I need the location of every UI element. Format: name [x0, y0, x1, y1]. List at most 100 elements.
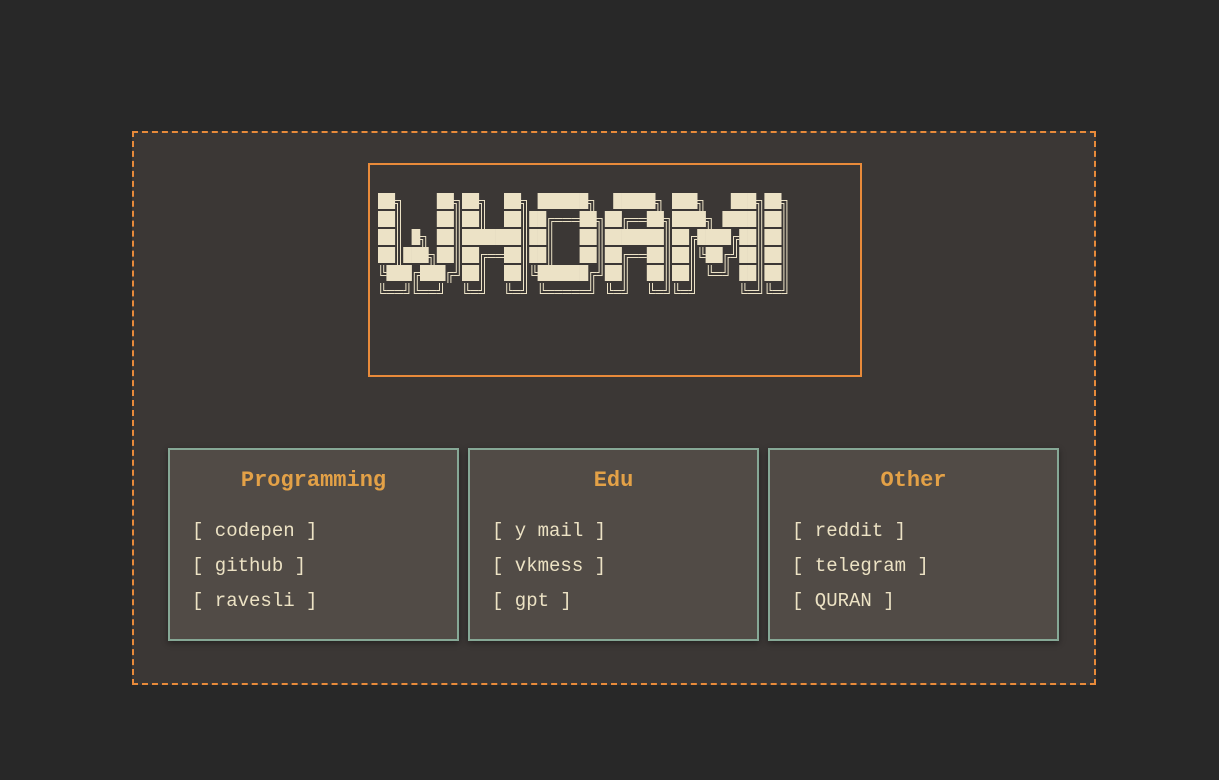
banner-block [730, 211, 740, 227]
banner-outline [380, 265, 387, 276]
banner-block [420, 265, 429, 281]
banner-outline [380, 283, 387, 294]
link-vkmess[interactable]: [ vkmess ] [492, 549, 606, 584]
banner-block [554, 193, 564, 209]
link-y-mail[interactable]: [ y mail ] [492, 514, 606, 549]
banner-outline [403, 283, 410, 294]
banner-outline [623, 218, 630, 229]
link-list: [ y mail ] [ vkmess ] [ gpt ] [492, 514, 606, 619]
banner-outline [699, 247, 706, 258]
banner-block [764, 211, 774, 227]
banner-block [445, 247, 454, 263]
banner-outline [680, 290, 689, 294]
banner-block [378, 229, 387, 245]
banner-block [386, 211, 396, 227]
banner-outline [397, 247, 401, 265]
banner-block [394, 265, 404, 281]
banner-outline [548, 218, 555, 229]
banner-block [378, 211, 387, 227]
banner-outline [730, 247, 737, 258]
banner-outline [630, 218, 639, 222]
banner-block [571, 265, 580, 281]
banner-outline [481, 265, 485, 283]
banner-block [579, 265, 589, 281]
banner-block [588, 211, 597, 227]
banner-block [495, 229, 505, 245]
banner-outline [588, 283, 595, 294]
banner-block [764, 265, 774, 281]
banner-block [646, 265, 656, 281]
banner-outline [623, 254, 630, 265]
banner-block [655, 265, 664, 281]
banner-block [537, 211, 547, 227]
banner-outline [772, 290, 782, 294]
banner-outline [758, 211, 763, 229]
section-card-programming: Programming [ codepen ] [ github ] [ rav… [168, 448, 459, 641]
banner-block [428, 265, 438, 281]
banner-outline [781, 283, 788, 294]
banner-outline [663, 283, 670, 294]
banner-block [613, 193, 622, 209]
banner-outline [783, 265, 788, 283]
banner-outline [621, 283, 628, 294]
banner-outline [607, 283, 614, 294]
banner-outline [523, 229, 527, 247]
banner-outline [783, 247, 788, 265]
link-codepen[interactable]: [ codepen ] [192, 514, 317, 549]
banner-outline [571, 218, 580, 222]
banner-outline [453, 265, 460, 276]
banner-outline [478, 283, 485, 294]
link-gpt[interactable]: [ gpt ] [492, 584, 606, 619]
banner-outline [571, 290, 580, 294]
banner-block [630, 193, 639, 209]
banner-outline [455, 247, 460, 265]
banner-outline [539, 283, 546, 294]
banner-block [537, 193, 547, 209]
banner-block [646, 193, 656, 209]
banner-block [462, 265, 471, 281]
banner-outline [596, 265, 603, 276]
banner-outline [546, 290, 555, 294]
banner-block [604, 265, 614, 281]
banner-block [403, 265, 412, 281]
banner-outline [455, 229, 460, 247]
banner-block [747, 229, 757, 245]
banner-block [772, 211, 782, 227]
banner-outline [655, 290, 664, 294]
link-github[interactable]: [ github ] [192, 549, 317, 584]
banner-block [504, 247, 513, 263]
banner-block [554, 265, 564, 281]
banner-block [672, 247, 681, 263]
banner-block [655, 247, 664, 263]
banner-outline [588, 200, 595, 211]
link-telegram[interactable]: [ telegram ] [792, 549, 929, 584]
banner-outline [697, 200, 704, 211]
banner-block [630, 229, 639, 245]
banner-outline [688, 283, 695, 294]
banner-outline [655, 200, 662, 211]
banner-block [579, 229, 589, 245]
banner-block [512, 247, 522, 263]
banner-outline [523, 265, 527, 283]
banner-block [739, 211, 748, 227]
banner-block [680, 193, 690, 209]
banner-outline [413, 283, 420, 294]
banner-block [537, 247, 547, 263]
main-panel: Programming [ codepen ] [ github ] [ rav… [132, 131, 1096, 685]
banner-block [588, 247, 597, 263]
link-quran[interactable]: [ QURAN ] [792, 584, 929, 619]
banner-letter-w [378, 193, 460, 294]
banner-block [529, 229, 538, 245]
banner-block [764, 229, 774, 245]
banner-block [512, 211, 522, 227]
banner-outline [758, 247, 763, 265]
banner-outline [590, 272, 597, 283]
banner-outline [705, 218, 712, 229]
banner-block [646, 211, 656, 227]
banner-block [705, 229, 715, 245]
banner-block [705, 247, 715, 263]
banner-outline [397, 229, 401, 247]
link-reddit[interactable]: [ reddit ] [792, 514, 929, 549]
banner-block [739, 193, 748, 209]
link-ravesli[interactable]: [ ravesli ] [192, 584, 317, 619]
